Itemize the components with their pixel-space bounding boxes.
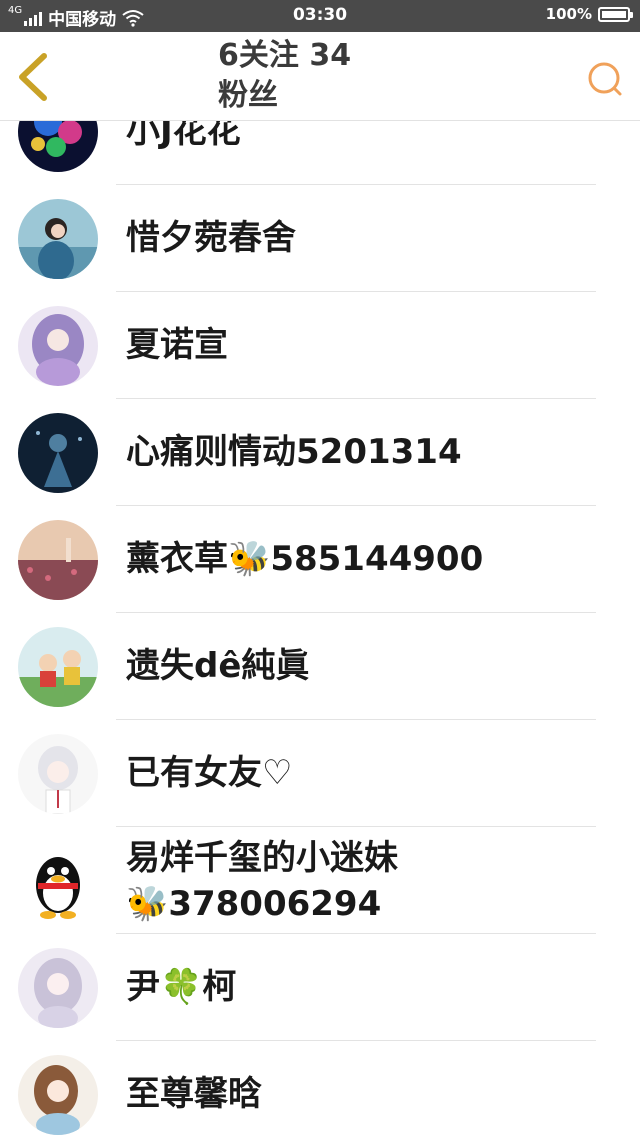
follower-name: 至尊馨晗 — [126, 1074, 262, 1114]
follower-item[interactable]: 小J花花 — [0, 121, 640, 185]
follower-name: 易烊千玺的小迷妹 🐝378006294 — [126, 838, 398, 924]
chevron-left-icon — [19, 53, 47, 101]
status-right: 100% — [545, 5, 633, 23]
back-button[interactable] — [12, 52, 56, 102]
follower-list[interactable]: 小J花花惜夕菀春舍夏诺宣心痛则情动5201314 薰衣草🐝585144900 遗失d… — [0, 121, 640, 1138]
avatar[interactable] — [18, 948, 98, 1028]
follower-name: 小J花花 — [126, 121, 241, 151]
follower-name: 惜夕菀春舍 — [126, 218, 296, 258]
avatar[interactable] — [18, 520, 98, 600]
avatar[interactable] — [18, 627, 98, 707]
follower-name: 薰衣草🐝585144900 — [126, 539, 484, 579]
follower-name: 尹🍀柯 — [126, 967, 237, 1007]
follower-item[interactable]: 尹🍀柯 — [0, 934, 640, 1041]
battery-fill — [602, 10, 626, 18]
follower-name: 已有女友♡ — [126, 753, 293, 793]
page-title: 6关注 34 粉丝 — [218, 38, 352, 113]
follower-item[interactable]: 惜夕菀春舍 — [0, 185, 640, 292]
follower-item[interactable]: 心痛则情动5201314 — [0, 399, 640, 506]
status-bar: 4G 中国移动 03:30 100% — [0, 0, 640, 32]
follower-name: 心痛则情动5201314 — [126, 432, 462, 472]
follower-item[interactable]: 遗失dê純眞 — [0, 613, 640, 720]
follower-name: 夏诺宣 — [126, 325, 228, 365]
follower-item[interactable]: 易烊千玺的小迷妹 🐝378006294 — [0, 827, 640, 934]
clock: 03:30 — [292, 5, 348, 25]
avatar[interactable] — [18, 413, 98, 493]
header: 6关注 34 粉丝 — [0, 32, 640, 121]
follower-name: 遗失dê純眞 — [126, 646, 310, 686]
follower-item[interactable]: 已有女友♡ — [0, 720, 640, 827]
avatar[interactable] — [18, 841, 98, 921]
avatar[interactable] — [18, 121, 98, 172]
follower-item[interactable]: 薰衣草🐝585144900 — [0, 506, 640, 613]
follower-item[interactable]: 夏诺宣 — [0, 292, 640, 399]
avatar[interactable] — [18, 734, 98, 814]
avatar[interactable] — [18, 306, 98, 386]
battery-icon — [598, 6, 633, 22]
battery-percent: 100% — [545, 5, 592, 23]
search-icon — [588, 62, 622, 96]
search-button[interactable] — [586, 60, 626, 100]
avatar[interactable] — [18, 1055, 98, 1135]
avatar[interactable] — [18, 199, 98, 279]
follower-item[interactable]: 至尊馨晗 — [0, 1041, 640, 1138]
